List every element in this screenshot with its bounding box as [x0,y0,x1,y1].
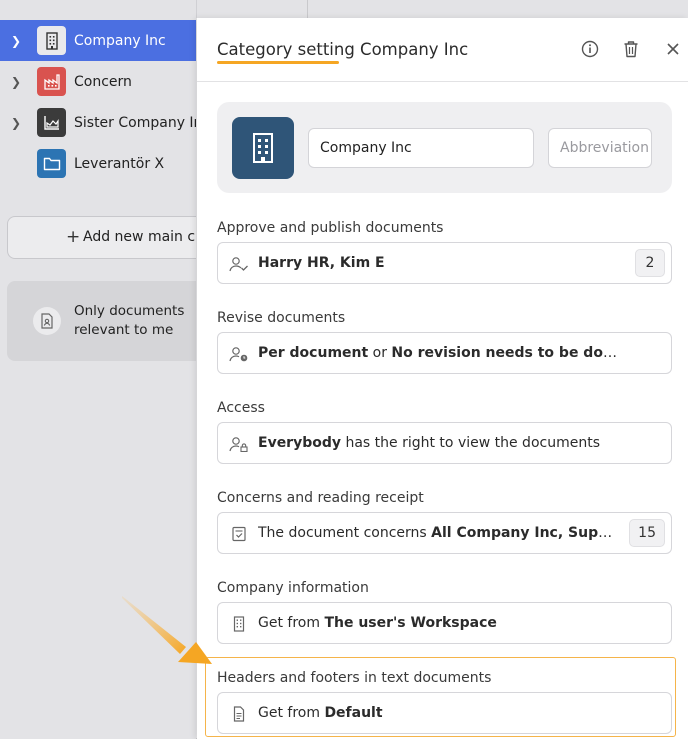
document-receipt-icon [229,524,249,544]
tree-item-leverantor-x[interactable]: Leverantör X [0,143,196,184]
tree-item-label: Sister Company Inc [74,114,196,131]
tree-item-label: Concern [74,73,132,90]
concerns-reading-receipt-field[interactable]: The document concerns All Company Inc, S… [217,512,672,554]
page-title: Category setting Company Inc [217,40,469,59]
factory-icon [37,67,66,96]
company-info-text: Get from The user's Workspace [258,615,497,631]
building-icon [37,26,66,55]
concerns-section-label: Concerns and reading receipt [217,490,424,506]
concerns-text: The document concerns All Company Inc, S… [258,525,620,541]
company-information-field[interactable]: Get from The user's Workspace [217,602,672,644]
approvers-text: Harry HR, Kim E [258,255,385,271]
document-icon [229,704,249,724]
revise-documents-field[interactable]: Per document or No revision needs to be … [217,332,672,374]
category-name-input[interactable]: Company Inc [308,128,534,168]
document-person-icon [33,307,61,335]
chevron-right-icon[interactable]: ❯ [11,75,21,89]
trash-icon[interactable] [620,38,642,60]
filter-label: Only documents relevant to me [74,303,185,338]
building-icon [229,614,249,634]
add-main-category-button[interactable]: + Add new main category [7,216,196,259]
category-name-card: Company Inc Abbreviation [217,102,672,193]
relevant-documents-filter[interactable]: Only documents relevant to me [7,281,196,361]
info-icon[interactable] [579,38,601,60]
chevron-right-icon[interactable]: ❯ [11,116,21,130]
user-check-icon [229,254,249,274]
company-info-section-label: Company information [217,580,369,596]
panel-header: Category setting Company Inc [197,18,688,82]
tree-item-label: Company Inc [74,32,166,49]
concerns-count-badge: 15 [629,519,665,547]
tree-item-sister-company[interactable]: ❯ Sister Company Inc [0,102,196,143]
pointer-arrow-icon [122,596,212,664]
headers-footers-section-label: Headers and footers in text documents [217,670,492,686]
close-icon[interactable] [662,38,684,60]
abbreviation-input[interactable]: Abbreviation [548,128,652,168]
chart-icon [37,108,66,137]
tree-item-label: Leverantör X [74,155,165,172]
building-icon[interactable] [232,117,294,179]
access-text: Everybody has the right to view the docu… [258,435,600,451]
access-field[interactable]: Everybody has the right to view the docu… [217,422,672,464]
user-clock-icon [229,344,249,364]
revise-text: Per document or No revision needs to be … [258,345,622,361]
approvers-count-badge: 2 [635,249,665,277]
chevron-right-icon[interactable]: ❯ [11,34,21,48]
add-main-category-label: Add new main category [83,229,196,245]
top-bar [196,0,688,18]
category-settings-panel: Category setting Company Inc Company Inc… [197,18,688,739]
tree-item-concern[interactable]: ❯ Concern [0,61,196,102]
title-highlight-underline [217,61,339,64]
approve-publish-field[interactable]: Harry HR, Kim E 2 [217,242,672,284]
plus-icon: + [66,227,81,247]
folder-icon [37,149,66,178]
approve-section-label: Approve and publish documents [217,220,444,236]
revise-section-label: Revise documents [217,310,346,326]
tree-item-company-inc[interactable]: ❯ Company Inc [0,20,196,61]
access-section-label: Access [217,400,265,416]
headers-footers-text: Get from Default [258,705,383,721]
headers-footers-field[interactable]: Get from Default [217,692,672,734]
user-lock-icon [229,434,249,454]
